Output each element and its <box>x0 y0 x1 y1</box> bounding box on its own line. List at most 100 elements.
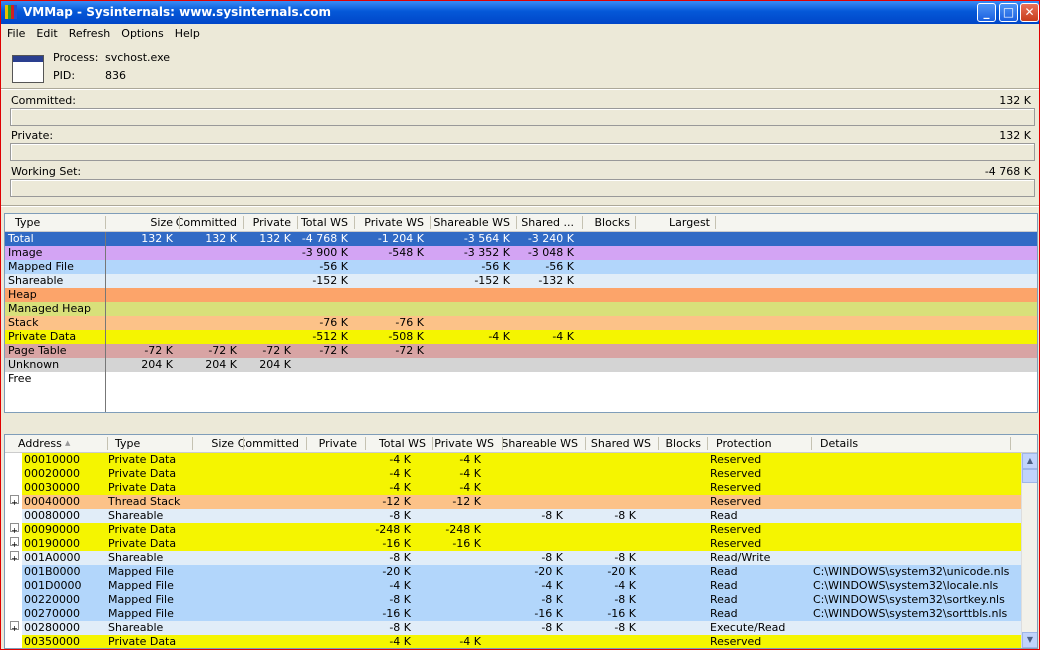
detail-column-header[interactable]: Type <box>115 437 140 450</box>
summary-column-header[interactable]: Size <box>150 216 173 229</box>
detail-column-header[interactable]: Private <box>319 437 357 450</box>
detail-column-header[interactable]: Size <box>211 437 234 450</box>
detail-column-header[interactable]: Address <box>18 437 62 450</box>
column-divider[interactable] <box>516 216 517 229</box>
plus-expand-icon[interactable]: + <box>10 523 19 535</box>
detail-table[interactable]: Address Type Size Committed Private Total WS P… <box>4 434 1038 649</box>
column-divider[interactable] <box>582 216 583 229</box>
summary-row[interactable]: Free <box>5 372 1037 386</box>
sort-ascending-icon[interactable]: ▲ <box>65 439 70 447</box>
summary-row[interactable]: Page Table -72 K -72 K -72 K -72 K -72 K <box>5 344 1037 358</box>
plus-expand-icon[interactable]: + <box>10 495 19 507</box>
scroll-down-icon[interactable]: ▼ <box>1022 632 1037 648</box>
column-divider[interactable] <box>107 437 108 450</box>
title-bar[interactable]: VMMap - Sysinternals: www.sysinternals.c… <box>1 1 1039 24</box>
column-divider[interactable] <box>658 437 659 450</box>
detail-column-header[interactable]: Details <box>820 437 858 450</box>
summary-row[interactable]: Mapped File -56 K -56 K -56 K <box>5 260 1037 274</box>
menu-help[interactable]: Help <box>169 24 205 40</box>
summary-column-header[interactable]: Type <box>15 216 40 229</box>
summary-column-header[interactable]: Committed <box>176 216 237 229</box>
column-divider[interactable] <box>179 216 180 229</box>
summary-column-header[interactable]: Largest <box>669 216 710 229</box>
column-divider[interactable] <box>1010 437 1011 450</box>
summary-column-header[interactable]: Private WS <box>364 216 424 229</box>
menu-options[interactable]: Options <box>115 24 168 40</box>
divider <box>1 205 1039 207</box>
summary-row[interactable]: Shareable -152 K -152 K -132 K <box>5 274 1037 288</box>
detail-row[interactable]: 00220000 Mapped File -8 K -8 K -8 K Read C:\WI… <box>5 593 1022 607</box>
close-icon[interactable]: ✕ <box>1020 3 1039 22</box>
column-divider[interactable] <box>811 437 812 450</box>
vmmap-window: VMMap - Sysinternals: www.sysinternals.c… <box>0 0 1040 650</box>
column-divider[interactable] <box>430 216 431 229</box>
column-divider[interactable] <box>297 216 298 229</box>
detail-row[interactable]: +00090000 Private Data -248 K -248 K Reserve… <box>5 523 1022 537</box>
plus-expand-icon[interactable]: + <box>10 621 19 633</box>
detail-row[interactable]: 001B0000 Mapped File -20 K -20 K -20 K Read C:… <box>5 565 1022 579</box>
detail-column-header[interactable]: Blocks <box>666 437 701 450</box>
scroll-up-icon[interactable]: ▲ <box>1022 453 1037 469</box>
column-divider[interactable] <box>192 437 193 450</box>
detail-row[interactable]: 00080000 Shareable -8 K -8 K -8 K Read <box>5 509 1022 523</box>
summary-row[interactable]: Image -3 900 K -548 K -3 352 K -3 048 K <box>5 246 1037 260</box>
plus-expand-icon[interactable]: + <box>10 537 19 549</box>
column-divider[interactable] <box>243 216 244 229</box>
summary-column-header[interactable]: Shared ... <box>521 216 574 229</box>
summary-row[interactable]: Total 132 K 132 K 132 K -4 768 K -1 204 K -3 5… <box>5 232 1037 246</box>
column-divider[interactable] <box>105 216 106 229</box>
summary-column-header[interactable]: Private <box>253 216 291 229</box>
detail-column-header[interactable]: Shareable WS <box>501 437 578 450</box>
column-divider[interactable] <box>432 437 433 450</box>
process-value: svchost.exe <box>105 51 171 64</box>
vertical-scrollbar[interactable]: ▲ ▼ <box>1021 453 1037 648</box>
menu-edit[interactable]: Edit <box>30 24 62 40</box>
column-divider[interactable] <box>585 437 586 450</box>
column-divider[interactable] <box>365 437 366 450</box>
detail-cell-total-ws: -248 K <box>375 523 411 536</box>
summary-row[interactable]: Stack -76 K -76 K <box>5 316 1037 330</box>
summary-row[interactable]: Heap <box>5 288 1037 302</box>
detail-cell-shared-ws: -8 K <box>614 551 636 564</box>
detail-row[interactable]: 00270000 Mapped File -16 K -16 K -16 K Read C:… <box>5 607 1022 621</box>
scroll-thumb[interactable] <box>1022 469 1037 483</box>
summary-column-header[interactable]: Total WS <box>301 216 348 229</box>
detail-row[interactable]: +00040000 Thread Stack -12 K -12 K Reserved <box>5 495 1022 509</box>
detail-row[interactable]: 00020000 Private Data -4 K -4 K Reserved <box>5 467 1022 481</box>
detail-row[interactable]: +00280000 Shareable -8 K -8 K -8 K Execute/Re… <box>5 621 1022 635</box>
column-divider[interactable] <box>243 437 244 450</box>
detail-column-header[interactable]: Shared WS <box>591 437 651 450</box>
column-divider[interactable] <box>502 437 503 450</box>
column-divider[interactable] <box>306 437 307 450</box>
detail-column-header[interactable]: Committed <box>238 437 299 450</box>
minimize-icon[interactable]: _ <box>977 3 996 22</box>
summary-row[interactable]: Managed Heap <box>5 302 1037 316</box>
column-divider[interactable] <box>635 216 636 229</box>
detail-cell-shared-ws: -16 K <box>607 607 636 620</box>
detail-row[interactable]: 00350000 Private Data -4 K -4 K Reserved <box>5 635 1022 648</box>
detail-column-header[interactable]: Private WS <box>434 437 494 450</box>
menu-refresh[interactable]: Refresh <box>63 24 116 40</box>
menu-file[interactable]: File <box>1 24 30 40</box>
detail-column-header[interactable]: Protection <box>716 437 772 450</box>
summary-column-header[interactable]: Blocks <box>595 216 630 229</box>
summary-row[interactable]: Unknown 204 K 204 K 204 K <box>5 358 1037 372</box>
detail-cell-private-ws: -248 K <box>445 523 481 536</box>
summary-column-header[interactable]: Shareable WS <box>433 216 510 229</box>
maximize-icon[interactable]: □ <box>999 3 1018 22</box>
column-divider[interactable] <box>707 437 708 450</box>
detail-row[interactable]: +00190000 Private Data -16 K -16 K Reserved <box>5 537 1022 551</box>
plus-expand-icon[interactable]: + <box>10 551 19 563</box>
column-divider[interactable] <box>715 216 716 229</box>
detail-row-fill <box>107 537 1022 551</box>
detail-cell-address: 001A0000 <box>24 551 81 564</box>
detail-row[interactable]: +001A0000 Shareable -8 K -8 K -8 K Read/Write <box>5 551 1022 565</box>
detail-cell-shareable-ws: -4 K <box>541 579 563 592</box>
summary-row[interactable]: Private Data -512 K -508 K -4 K -4 K <box>5 330 1037 344</box>
detail-row[interactable]: 00030000 Private Data -4 K -4 K Reserved <box>5 481 1022 495</box>
detail-row[interactable]: 00010000 Private Data -4 K -4 K Reserved <box>5 453 1022 467</box>
detail-column-header[interactable]: Total WS <box>379 437 426 450</box>
column-divider[interactable] <box>354 216 355 229</box>
summary-table[interactable]: Type Size Committed Private Total WS Private … <box>4 213 1038 413</box>
detail-row[interactable]: 001D0000 Mapped File -4 K -4 K -4 K Read C:\WI… <box>5 579 1022 593</box>
